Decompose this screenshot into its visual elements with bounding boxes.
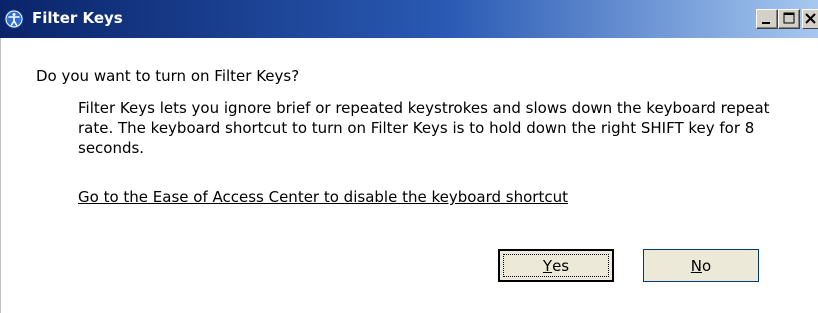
yes-button[interactable]: Yes	[498, 249, 614, 282]
dialog-question: Do you want to turn on Filter Keys?	[36, 67, 300, 85]
minimize-icon	[762, 22, 770, 24]
window-title: Filter Keys	[32, 9, 123, 27]
maximize-icon	[783, 12, 795, 24]
window-border	[0, 38, 1, 313]
focus-rectangle	[503, 254, 609, 277]
ease-of-access-link[interactable]: Go to the Ease of Access Center to disab…	[78, 188, 568, 206]
no-button[interactable]: No	[643, 249, 759, 282]
no-mnemonic: N	[690, 256, 703, 275]
ease-of-access-icon	[4, 9, 24, 29]
filter-keys-dialog: Filter Keys Do you want to turn on Filte…	[0, 0, 818, 313]
dialog-description: Filter Keys lets you ignore brief or rep…	[78, 99, 770, 157]
close-icon	[805, 13, 816, 24]
no-label: o	[702, 256, 712, 275]
minimize-button[interactable]	[756, 9, 778, 29]
maximize-button[interactable]	[778, 9, 800, 29]
close-button[interactable]	[802, 9, 818, 29]
title-bar[interactable]: Filter Keys	[0, 0, 818, 38]
